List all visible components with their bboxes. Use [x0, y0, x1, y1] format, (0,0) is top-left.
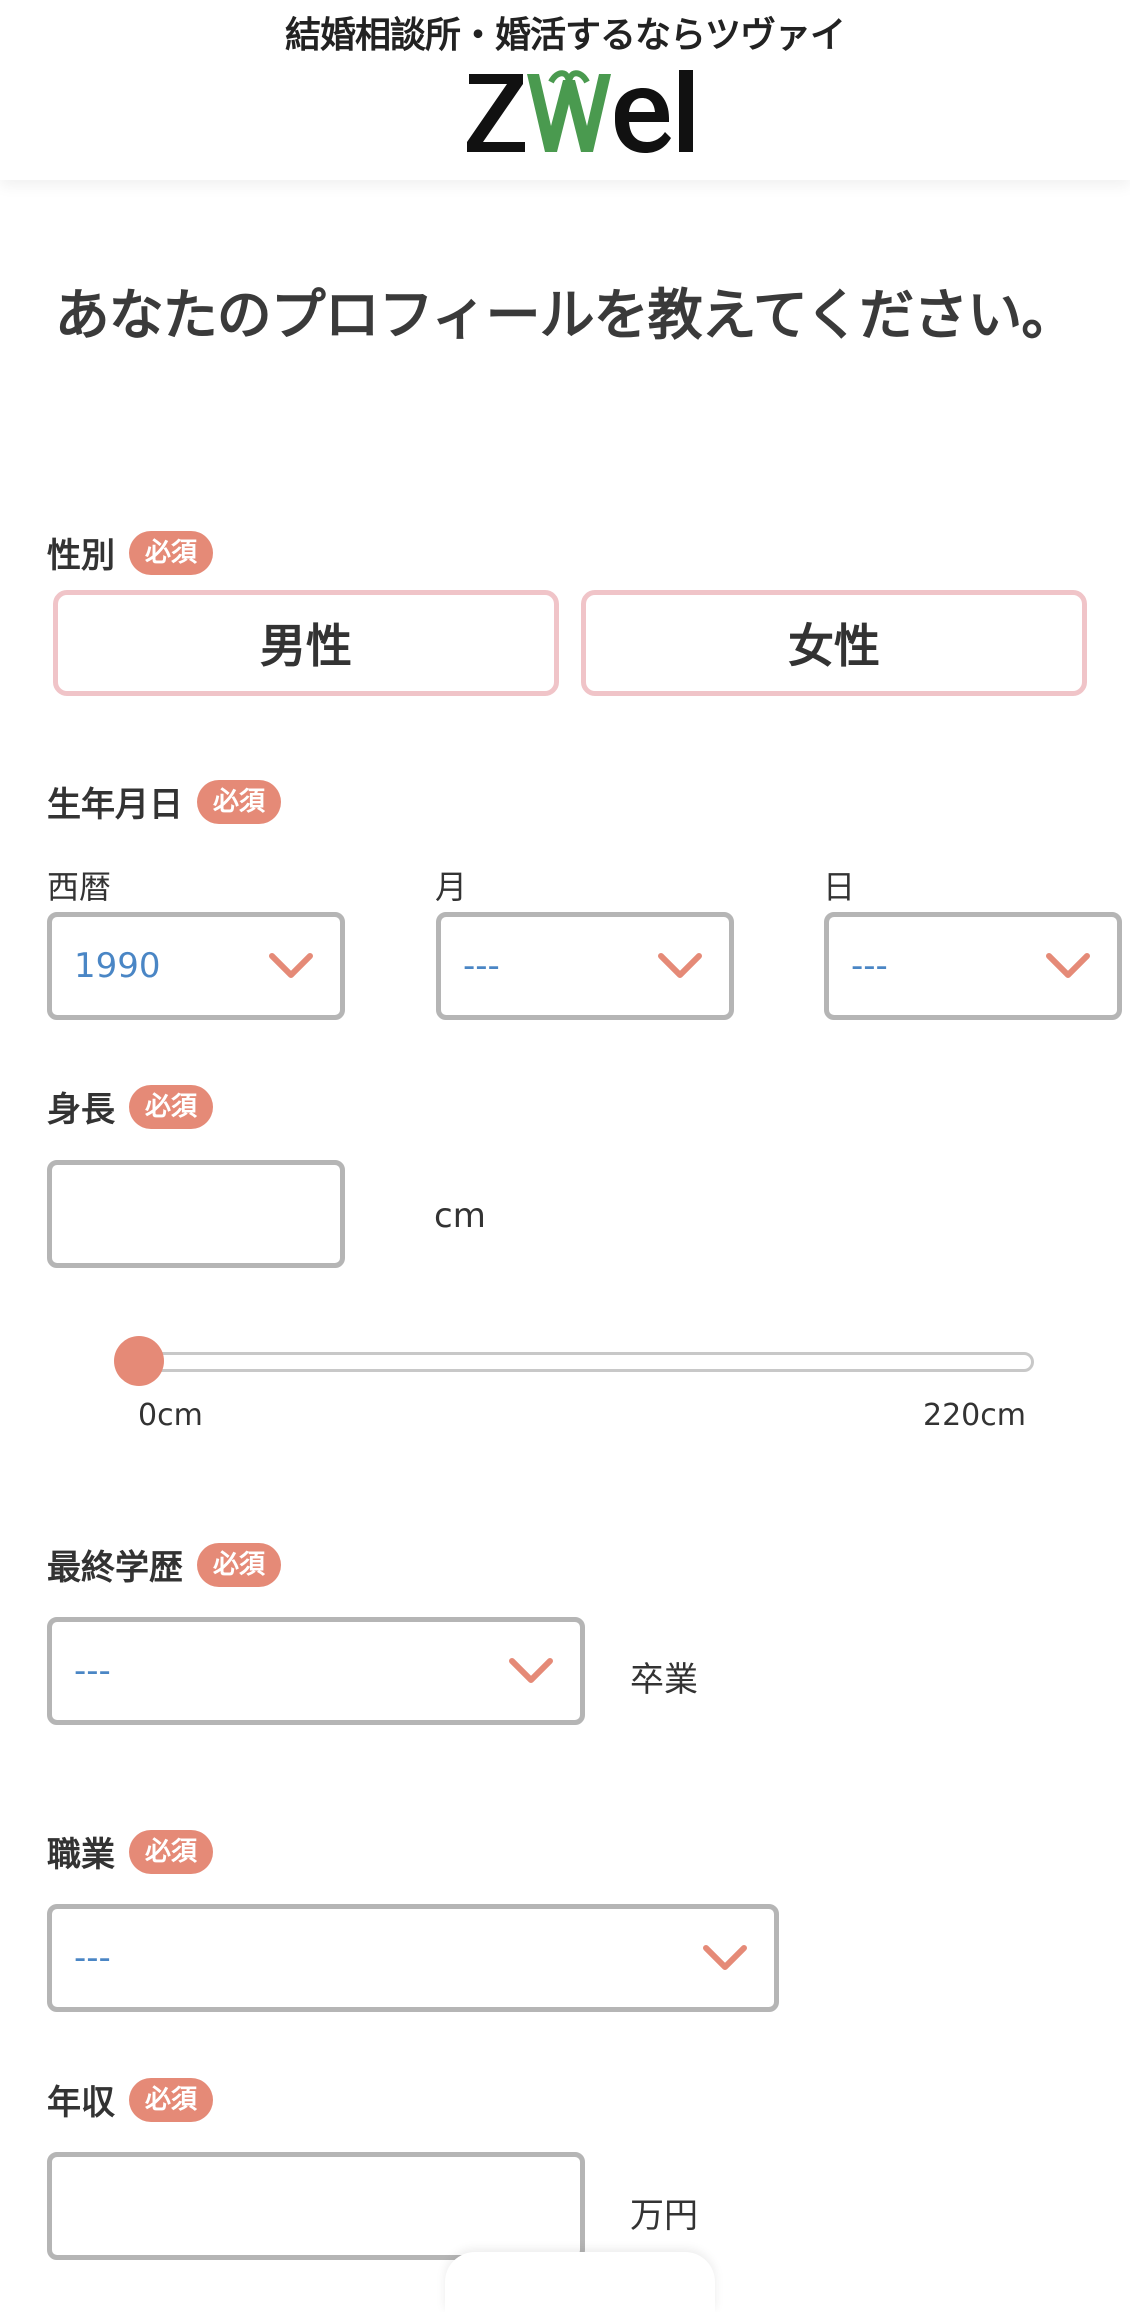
day-select-value: --- — [851, 946, 888, 986]
year-select-value: 1990 — [74, 946, 161, 986]
occupation-label-row: 職業 必須 — [47, 1827, 214, 1876]
height-unit: cm — [434, 1196, 486, 1236]
required-badge: 必須 — [197, 779, 282, 824]
page-title: あなたのプロフィールを教えてください。 — [54, 283, 1077, 347]
gender-female-button[interactable]: 女性 — [581, 590, 1087, 696]
occupation-select[interactable]: --- — [47, 1904, 779, 2012]
zwei-logo[interactable] — [465, 58, 705, 158]
day-label: 日 — [823, 868, 856, 906]
month-label: 月 — [435, 868, 468, 906]
gender-label: 性別 — [47, 536, 115, 576]
birthdate-label: 生年月日 — [47, 785, 183, 825]
height-label-row: 身長 必須 — [47, 1082, 214, 1131]
required-badge: 必須 — [129, 1084, 214, 1129]
chevron-down-icon — [509, 1658, 553, 1683]
month-select[interactable]: --- — [436, 912, 734, 1020]
day-select[interactable]: --- — [824, 912, 1122, 1020]
occupation-select-value: --- — [74, 1938, 111, 1978]
year-select[interactable]: 1990 — [47, 912, 345, 1020]
education-select[interactable]: --- — [47, 1617, 585, 1725]
chevron-down-icon — [1046, 953, 1090, 978]
required-badge: 必須 — [129, 530, 214, 575]
chevron-down-icon — [269, 953, 313, 978]
height-slider-thumb[interactable] — [114, 1336, 164, 1386]
birthdate-label-row: 生年月日 必須 — [47, 777, 282, 826]
height-input[interactable] — [47, 1160, 345, 1268]
required-badge: 必須 — [129, 1829, 214, 1874]
bottom-floating-tab[interactable] — [445, 2252, 715, 2312]
month-select-value: --- — [463, 946, 500, 986]
height-slider-track[interactable] — [128, 1352, 1034, 1372]
gender-male-button[interactable]: 男性 — [53, 590, 559, 696]
income-label: 年収 — [47, 2083, 115, 2123]
occupation-label: 職業 — [47, 1835, 115, 1875]
chevron-down-icon — [703, 1945, 747, 1970]
required-badge: 必須 — [129, 2077, 214, 2122]
year-label: 西暦 — [47, 868, 112, 906]
header-tagline: 結婚相談所・婚活するならツヴァイ — [284, 15, 846, 56]
gender-label-row: 性別 必須 — [47, 528, 214, 577]
height-label: 身長 — [47, 1090, 115, 1130]
education-label: 最終学歴 — [47, 1548, 183, 1588]
chevron-down-icon — [658, 953, 702, 978]
education-suffix: 卒業 — [630, 1660, 698, 1700]
income-label-row: 年収 必須 — [47, 2075, 214, 2124]
required-badge: 必須 — [197, 1542, 282, 1587]
slider-max-label: 220cm — [923, 1398, 1026, 1433]
income-input[interactable] — [47, 2152, 585, 2260]
slider-min-label: 0cm — [138, 1398, 203, 1433]
site-header: 結婚相談所・婚活するならツヴァイ — [0, 0, 1130, 180]
income-unit: 万円 — [630, 2196, 698, 2236]
education-select-value: --- — [74, 1651, 111, 1691]
education-label-row: 最終学歴 必須 — [47, 1540, 282, 1589]
